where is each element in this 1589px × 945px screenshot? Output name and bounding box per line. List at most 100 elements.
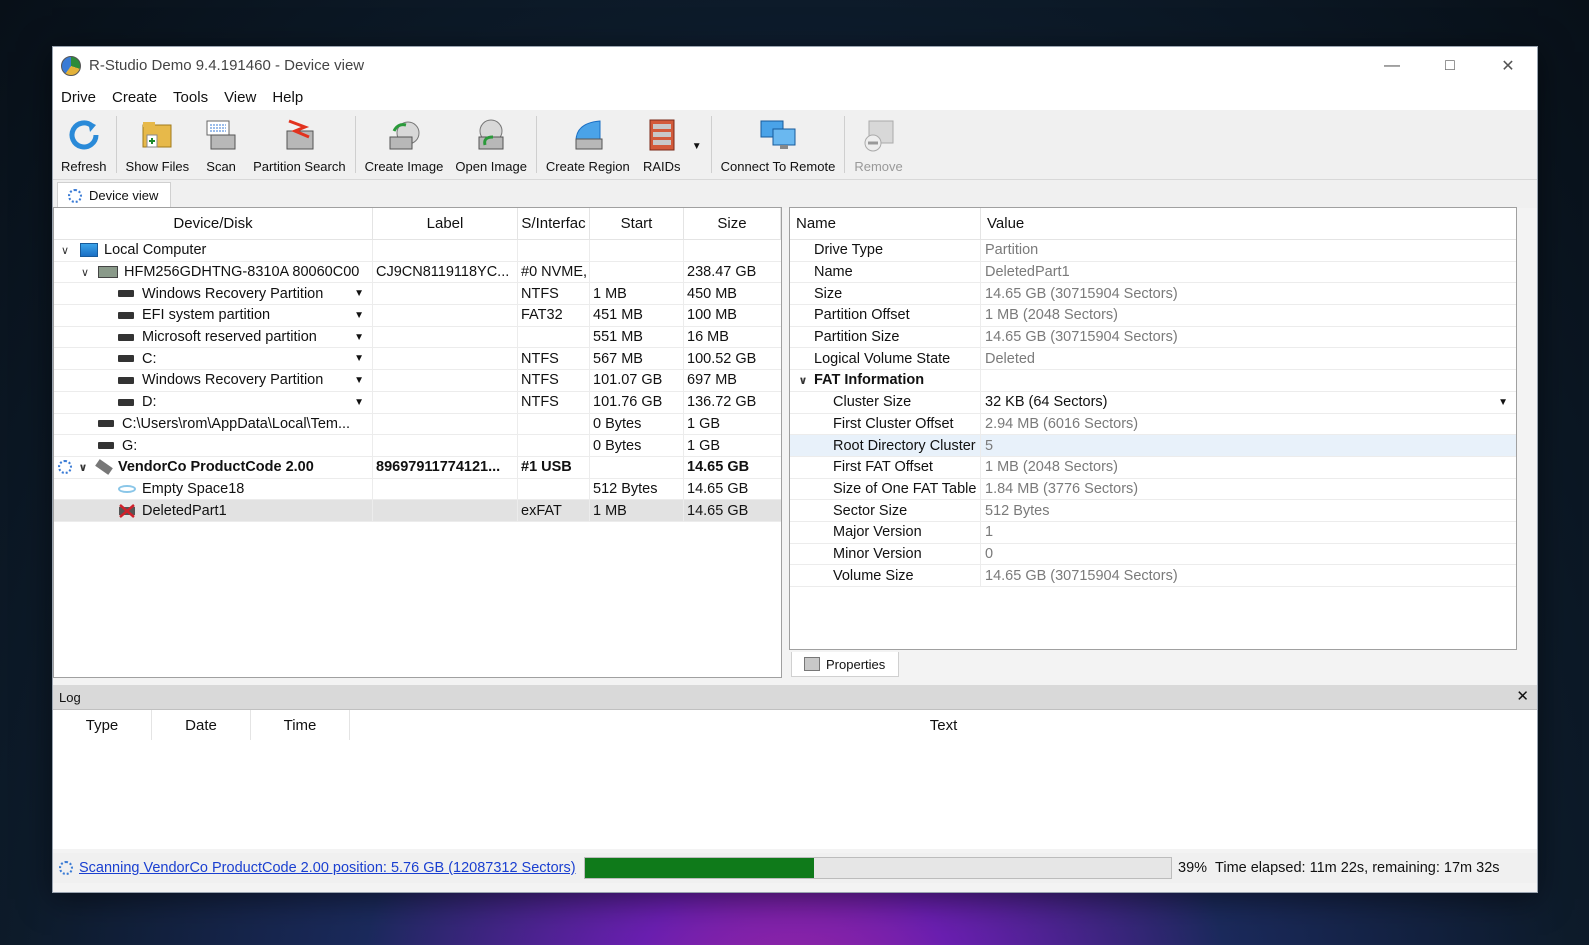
col-text[interactable]: Text (350, 710, 1537, 740)
device-interface (518, 326, 590, 348)
device-label (373, 240, 518, 261)
col-name[interactable]: Name (790, 208, 981, 239)
dropdown-arrow-icon[interactable]: ▼ (354, 397, 364, 408)
col-device-disk[interactable]: Device/Disk (54, 208, 373, 239)
device-label: CJ9CN8119118YC... (373, 261, 518, 283)
device-size: 450 MB (687, 285, 737, 302)
device-size: 1 GB (687, 415, 721, 432)
collapse-chevron-icon[interactable]: ∨ (58, 244, 72, 257)
property-row[interactable]: Size 14.65 GB (30715904 Sectors) (790, 283, 1516, 306)
device-row-partition[interactable]: Microsoft reserved partition ▼ 551 MB 16 … (54, 326, 781, 349)
menu-help[interactable]: Help (266, 89, 309, 106)
col-type[interactable]: Type (53, 710, 152, 740)
col-value[interactable]: Value (981, 208, 1516, 239)
device-row-usb[interactable]: ∨ VendorCo ProductCode 2.00 8969791177412… (54, 456, 781, 479)
device-row-partition[interactable]: C: ▼ NTFS 567 MB 100.52 GB (54, 348, 781, 371)
log-panel-header: Log ✕ (53, 685, 1537, 709)
folder-icon (137, 115, 177, 155)
collapse-chevron-icon[interactable]: ∨ (796, 374, 810, 387)
col-date[interactable]: Date (152, 710, 251, 740)
toolbar: Refresh Show Files Scan Partition Search (53, 110, 1537, 180)
property-row[interactable]: First FAT Offset 1 MB (2048 Sectors) (790, 456, 1516, 479)
close-button[interactable]: ✕ (1479, 47, 1537, 84)
device-start: 567 MB (590, 348, 684, 370)
property-row[interactable]: Logical Volume State Deleted (790, 348, 1516, 371)
device-row-virtual-disk[interactable]: C:\Users\rom\AppData\Local\Tem... 0 Byte… (54, 413, 781, 436)
device-row-partition[interactable]: EFI system partition ▼ FAT32 451 MB 100 M… (54, 305, 781, 327)
remove-button[interactable]: Remove (848, 110, 908, 179)
property-value: 1 (985, 524, 994, 541)
device-row-partition[interactable]: D: ▼ NTFS 101.76 GB 136.72 GB (54, 391, 781, 414)
scan-status-link[interactable]: Scanning VendorCo ProductCode 2.00 posit… (79, 860, 576, 876)
property-row[interactable]: First Cluster Offset 2.94 MB (6016 Sector… (790, 413, 1516, 436)
property-row[interactable]: Root Directory Cluster 5 (790, 435, 1516, 457)
show-files-button[interactable]: Show Files (120, 110, 196, 179)
device-start (590, 261, 684, 283)
open-image-label: Open Image (455, 159, 527, 174)
property-row-cluster-size[interactable]: Cluster Size 32 KB (64 Sectors) ▼ (790, 391, 1516, 414)
close-log-icon[interactable]: ✕ (1516, 687, 1529, 705)
property-name: Volume Size (790, 565, 981, 586)
raids-button[interactable]: RAIDs ▼ (636, 110, 708, 179)
device-interface (518, 413, 590, 435)
dropdown-arrow-icon[interactable]: ▼ (354, 310, 364, 321)
collapse-chevron-icon[interactable]: ∨ (76, 461, 90, 474)
property-row[interactable]: Volume Size 14.65 GB (30715904 Sectors) (790, 565, 1516, 587)
property-row[interactable]: Drive Type Partition (790, 240, 1516, 262)
dropdown-arrow-icon[interactable]: ▼ (354, 288, 364, 299)
refresh-button[interactable]: Refresh (55, 110, 113, 179)
col-start[interactable]: Start (590, 208, 684, 239)
col-interface[interactable]: S/Interfac (518, 208, 590, 239)
time-elapsed-text: Time elapsed: 11m 22s, remaining: 17m 32… (1215, 860, 1500, 876)
property-value: 14.65 GB (30715904 Sectors) (985, 567, 1178, 584)
minimize-button[interactable]: — (1363, 47, 1421, 84)
create-region-button[interactable]: Create Region (540, 110, 636, 179)
connect-to-remote-button[interactable]: Connect To Remote (715, 110, 842, 179)
property-row[interactable]: Sector Size 512 Bytes (790, 500, 1516, 522)
scan-icon (201, 115, 241, 155)
property-row[interactable]: Size of One FAT Table 1.84 MB (3776 Secto… (790, 478, 1516, 501)
dropdown-arrow-icon[interactable]: ▼ (1498, 397, 1508, 408)
partition-search-icon (279, 115, 319, 155)
create-image-icon (384, 115, 424, 155)
property-row[interactable]: Name DeletedPart1 (790, 261, 1516, 284)
open-image-button[interactable]: Open Image (449, 110, 533, 179)
device-row-ssd[interactable]: ∨ HFM256GDHTNG-8310A 80060C00 CJ9CN811911… (54, 261, 781, 284)
disk-icon (98, 442, 114, 450)
scan-button[interactable]: Scan (195, 110, 247, 179)
col-time[interactable]: Time (251, 710, 350, 740)
device-interface: NTFS (518, 370, 590, 391)
property-group-fat-information[interactable]: ∨ FAT Information (790, 370, 1516, 392)
loading-spinner-icon (58, 460, 72, 475)
device-row-virtual-disk[interactable]: G: 0 Bytes 1 GB (54, 435, 781, 457)
device-size: 16 MB (687, 329, 729, 346)
collapse-chevron-icon[interactable]: ∨ (78, 266, 92, 279)
device-row-empty-space[interactable]: Empty Space18 512 Bytes 14.65 GB (54, 478, 781, 501)
dropdown-arrow-icon[interactable]: ▼ (354, 353, 364, 364)
dropdown-arrow-icon[interactable]: ▼ (354, 375, 364, 386)
menu-create[interactable]: Create (106, 89, 163, 106)
menu-tools[interactable]: Tools (167, 89, 214, 106)
tab-properties[interactable]: Properties (791, 652, 899, 677)
device-size (684, 240, 781, 261)
partition-search-button[interactable]: Partition Search (247, 110, 352, 179)
property-row[interactable]: Minor Version 0 (790, 543, 1516, 566)
property-row[interactable]: Major Version 1 (790, 521, 1516, 544)
raids-dropdown-icon[interactable]: ▼ (692, 141, 702, 152)
device-row-partition[interactable]: Windows Recovery Partition ▼ NTFS 1 MB 45… (54, 283, 781, 306)
device-row-deleted-partition[interactable]: DeletedPart1 exFAT 1 MB 14.65 GB (54, 500, 781, 522)
property-row[interactable]: Partition Offset 1 MB (2048 Sectors) (790, 305, 1516, 327)
device-row-partition[interactable]: Windows Recovery Partition ▼ NTFS 101.07 … (54, 370, 781, 392)
cluster-size-select[interactable]: 32 KB (64 Sectors) ▼ (981, 392, 1516, 413)
device-row-local-computer[interactable]: ∨ Local Computer (54, 240, 781, 262)
maximize-button[interactable]: □ (1421, 47, 1479, 84)
menu-view[interactable]: View (218, 89, 262, 106)
property-value: 32 KB (64 Sectors) (985, 394, 1108, 411)
col-label[interactable]: Label (373, 208, 518, 239)
create-image-button[interactable]: Create Image (359, 110, 450, 179)
property-row[interactable]: Partition Size 14.65 GB (30715904 Sectors… (790, 326, 1516, 349)
tab-device-view[interactable]: Device view (57, 182, 171, 208)
dropdown-arrow-icon[interactable]: ▼ (354, 332, 364, 343)
col-size[interactable]: Size (684, 208, 781, 239)
menu-drive[interactable]: Drive (55, 89, 102, 106)
